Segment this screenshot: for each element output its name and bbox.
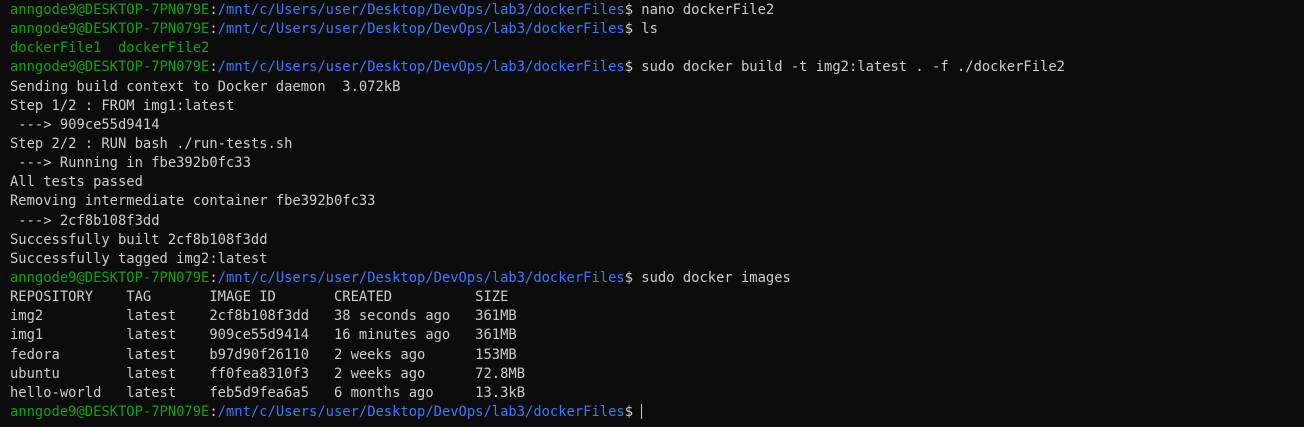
prompt-line: anngode9@DESKTOP-7PN079E:/mnt/c/Users/us…: [10, 269, 1304, 288]
output-line: fedora latest b97d90f26110 2 weeks ago 1…: [10, 346, 517, 363]
command-text: sudo docker images: [633, 269, 791, 286]
prompt-symbol: $: [624, 269, 633, 286]
output-line: ---> 2cf8b108f3dd: [10, 212, 160, 229]
command-text: ls: [633, 21, 658, 38]
output-line: ubuntu latest ff0fea8310f3 2 weeks ago 7…: [10, 365, 525, 382]
prompt-separator: :: [209, 403, 218, 420]
prompt-user: anngode9@DESKTOP-7PN079E: [10, 269, 210, 286]
prompt-line: anngode9@DESKTOP-7PN079E:/mnt/c/Users/us…: [10, 403, 1304, 422]
output-line: img2 latest 2cf8b108f3dd 38 seconds ago …: [10, 308, 517, 325]
command-text: nano dockerFile2: [633, 2, 775, 18]
prompt-user: anngode9@DESKTOP-7PN079E: [10, 21, 210, 38]
prompt-separator: :: [209, 2, 218, 18]
prompt-path: /mnt/c/Users/user/Desktop/DevOps/lab3/do…: [217, 403, 625, 420]
output-line: Removing intermediate container fbe392b0…: [10, 193, 376, 210]
prompt-user: anngode9@DESKTOP-7PN079E: [10, 59, 210, 76]
output-line: ---> Running in fbe392b0fc33: [10, 155, 251, 172]
prompt-path: /mnt/c/Users/user/Desktop/DevOps/lab3/do…: [217, 269, 625, 286]
output-line: All tests passed: [10, 174, 143, 191]
text-cursor[interactable]: [641, 403, 642, 419]
prompt-symbol: $: [624, 21, 633, 38]
output-line: ---> 909ce55d9414: [10, 116, 160, 133]
output-line: Successfully tagged img2:latest: [10, 250, 268, 267]
prompt-symbol: $: [624, 403, 633, 420]
output-line: Sending build context to Docker daemon 3…: [10, 78, 401, 95]
output-line: hello-world latest feb5d9fea6a5 6 months…: [10, 384, 525, 401]
prompt-line: anngode9@DESKTOP-7PN079E:/mnt/c/Users/us…: [10, 20, 1304, 39]
prompt-separator: :: [209, 59, 218, 76]
command-text: sudo docker build -t img2:latest . -f ./…: [633, 59, 1065, 76]
output-line: Step 1/2 : FROM img1:latest: [10, 97, 235, 114]
output-line: Successfully built 2cf8b108f3dd: [10, 231, 268, 248]
output-line: REPOSITORY TAG IMAGE ID CREATED SIZE: [10, 289, 509, 306]
output-line: Step 2/2 : RUN bash ./run-tests.sh: [10, 135, 293, 152]
terminal-output: anngode9@DESKTOP-7PN079E:/mnt/c/Users/us…: [10, 1, 1304, 422]
prompt-separator: :: [209, 269, 218, 286]
prompt-path: /mnt/c/Users/user/Desktop/DevOps/lab3/do…: [217, 21, 625, 38]
prompt-path: /mnt/c/Users/user/Desktop/DevOps/lab3/do…: [217, 2, 625, 18]
prompt-line: anngode9@DESKTOP-7PN079E:/mnt/c/Users/us…: [10, 58, 1304, 77]
prompt-separator: :: [209, 21, 218, 38]
prompt-user: anngode9@DESKTOP-7PN079E: [10, 2, 210, 18]
prompt-symbol: $: [624, 2, 633, 18]
terminal-window[interactable]: anngode9@DESKTOP-7PN079E:/mnt/c/Users/us…: [0, 0, 1304, 427]
prompt-line: anngode9@DESKTOP-7PN079E:/mnt/c/Users/us…: [10, 1, 1304, 20]
prompt-symbol: $: [624, 59, 633, 76]
output-line: img1 latest 909ce55d9414 16 minutes ago …: [10, 327, 517, 344]
prompt-user: anngode9@DESKTOP-7PN079E: [10, 403, 210, 420]
file-list-output: dockerFile1 dockerFile2: [10, 40, 210, 57]
prompt-path: /mnt/c/Users/user/Desktop/DevOps/lab3/do…: [217, 59, 625, 76]
